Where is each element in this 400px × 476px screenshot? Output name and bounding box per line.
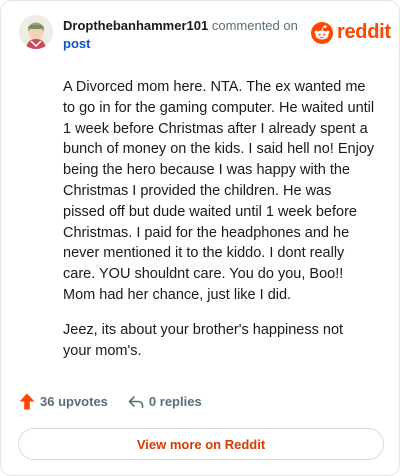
view-more-button[interactable]: View more on Reddit	[18, 428, 384, 460]
commented-on-text: commented on	[211, 18, 298, 33]
post-link[interactable]: post	[63, 36, 90, 51]
comment-actions: 36 upvotes 0 replies	[19, 393, 202, 410]
upvotes-count: 36 upvotes	[40, 394, 108, 409]
upvote-button[interactable]: 36 upvotes	[19, 393, 108, 410]
avatar-icon	[19, 15, 53, 49]
avatar[interactable]	[19, 15, 53, 49]
replies-count: 0 replies	[148, 394, 202, 409]
username-link[interactable]: Dropthebanhammer101	[63, 18, 208, 33]
reddit-logo[interactable]: reddit	[311, 21, 391, 44]
comment-body: A Divorced mom here. NTA. The ex wanted …	[63, 77, 375, 375]
replies-button[interactable]: 0 replies	[128, 394, 202, 409]
reddit-snoo-icon	[311, 21, 333, 44]
reply-arrow-icon	[128, 395, 144, 408]
reddit-wordmark: reddit	[337, 21, 391, 43]
comment-paragraph: Jeez, its about your brother's happiness…	[63, 321, 344, 359]
upvote-arrow-icon	[19, 393, 35, 410]
comment-paragraph: A Divorced mom here. NTA. The ex wanted …	[63, 79, 375, 303]
comment-header: Dropthebanhammer101 commented on post	[63, 17, 303, 53]
comment-embed-card: Dropthebanhammer101 commented on post re…	[0, 0, 400, 476]
